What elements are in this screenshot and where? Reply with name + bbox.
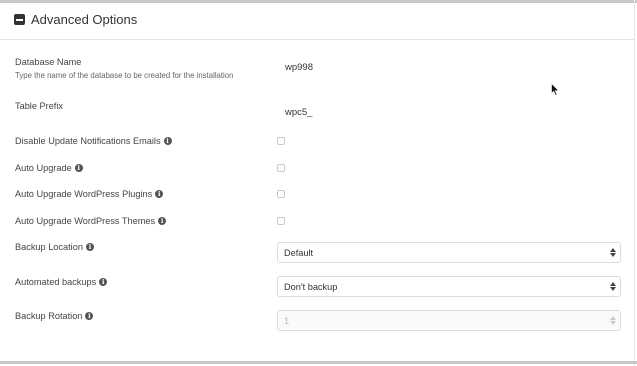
info-icon[interactable]: i — [99, 278, 108, 286]
auto-upgrade-themes-checkbox[interactable] — [277, 217, 285, 225]
info-icon[interactable]: i — [85, 312, 94, 320]
collapse-minus-icon[interactable] — [14, 14, 25, 25]
disable-update-emails-label: Disable Update Notifications Emails i — [15, 136, 172, 146]
info-icon[interactable]: i — [155, 190, 164, 198]
advanced-options-header[interactable]: Advanced Options — [14, 12, 137, 27]
info-icon[interactable]: i — [158, 217, 167, 225]
right-border — [634, 0, 635, 366]
backup-location-label: Backup Location i — [15, 242, 94, 252]
automated-backups-select[interactable]: Don't backup — [277, 276, 621, 297]
select-arrows-icon — [610, 315, 616, 326]
mouse-pointer-icon — [551, 83, 559, 96]
automated-backups-value: Don't backup — [284, 281, 338, 292]
section-title: Advanced Options — [31, 12, 138, 27]
table-prefix-input[interactable]: wpc5_ — [285, 107, 312, 118]
auto-upgrade-label: Auto Upgrade i — [15, 163, 83, 173]
select-arrows-icon — [610, 281, 616, 292]
info-icon[interactable]: i — [74, 164, 83, 172]
database-name-input[interactable]: wp998 — [285, 62, 313, 73]
backup-rotation-label: Backup Rotation i — [15, 311, 94, 321]
header-divider — [0, 39, 634, 40]
auto-upgrade-checkbox[interactable] — [277, 164, 285, 172]
table-prefix-label: Table Prefix — [15, 101, 63, 111]
bottom-border — [0, 361, 637, 364]
backup-rotation-value: 1 — [284, 315, 290, 326]
database-name-description: Type the name of the database to be crea… — [15, 71, 234, 80]
database-name-label: Database Name — [15, 57, 82, 67]
backup-rotation-select[interactable]: 1 — [277, 310, 621, 331]
backup-location-select[interactable]: Default — [277, 242, 621, 263]
auto-upgrade-themes-label: Auto Upgrade WordPress Themes i — [15, 216, 167, 226]
backup-location-value: Default — [284, 247, 314, 258]
info-icon[interactable]: i — [85, 243, 94, 251]
top-border — [0, 0, 637, 3]
automated-backups-label: Automated backups i — [15, 277, 108, 287]
disable-update-emails-checkbox[interactable] — [277, 137, 285, 145]
select-arrows-icon — [610, 247, 616, 258]
info-icon[interactable]: i — [163, 137, 172, 145]
auto-upgrade-plugins-checkbox[interactable] — [277, 190, 285, 198]
auto-upgrade-plugins-label: Auto Upgrade WordPress Plugins i — [15, 189, 164, 199]
